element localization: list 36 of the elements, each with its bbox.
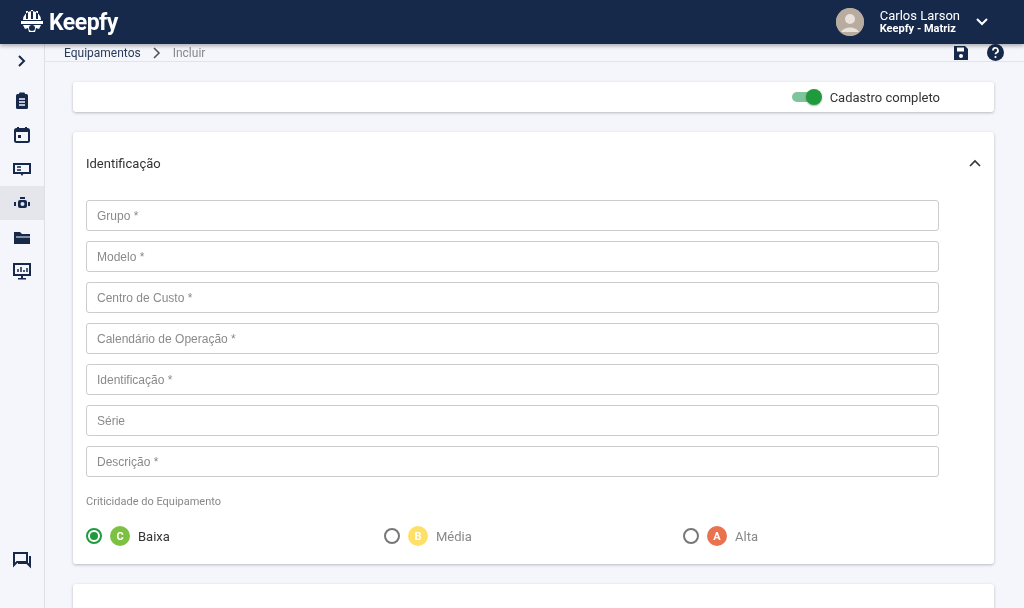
input-field[interactable]: Identificação * bbox=[86, 364, 939, 395]
level-badge: B bbox=[408, 526, 428, 546]
breadcrumb-current: Incluir bbox=[172, 45, 206, 60]
save-icon[interactable] bbox=[953, 44, 969, 61]
chevron-right-icon[interactable] bbox=[18, 55, 26, 67]
chat-icon[interactable] bbox=[12, 550, 32, 570]
input-field[interactable]: Série bbox=[86, 405, 939, 436]
user-name: Carlos Larson bbox=[879, 9, 960, 22]
radio-label[interactable]: Média bbox=[436, 528, 472, 544]
input-field[interactable]: Grupo * bbox=[86, 200, 939, 231]
input-field[interactable]: Calendário de Operação * bbox=[86, 323, 939, 354]
calendar-icon bbox=[12, 125, 32, 145]
sidebar-item[interactable] bbox=[0, 186, 44, 220]
radio-button[interactable] bbox=[683, 528, 699, 544]
monitor-chart-icon bbox=[12, 261, 32, 281]
toggle-label: Cadastro completo bbox=[829, 89, 940, 105]
input-field[interactable]: Descrição * bbox=[86, 446, 939, 477]
avatar-icon[interactable] bbox=[835, 8, 864, 36]
input-field[interactable]: Modelo * bbox=[86, 241, 939, 272]
breadcrumb-link[interactable]: Equipamentos bbox=[64, 45, 141, 60]
section-title: Identificação bbox=[86, 155, 161, 171]
toggle-switch[interactable] bbox=[791, 90, 822, 104]
radio-label[interactable]: Baixa bbox=[138, 528, 170, 544]
chevron-right-icon bbox=[152, 46, 161, 59]
chevron-up-icon[interactable] bbox=[969, 159, 981, 167]
radio-button[interactable] bbox=[384, 528, 400, 544]
input-field[interactable]: Centro de Custo * bbox=[86, 282, 939, 313]
radio-button[interactable] bbox=[86, 528, 102, 544]
logo-text: Keepfy bbox=[49, 8, 118, 36]
level-badge: C bbox=[110, 526, 130, 546]
radio-label[interactable]: Alta bbox=[735, 528, 758, 544]
field-label: Criticidade do Equipamento bbox=[86, 495, 223, 508]
company-name: Keepfy - Matriz bbox=[879, 22, 957, 35]
help-icon[interactable] bbox=[987, 44, 1004, 61]
chevron-down-icon[interactable] bbox=[976, 18, 988, 26]
level-badge: A bbox=[707, 526, 727, 546]
